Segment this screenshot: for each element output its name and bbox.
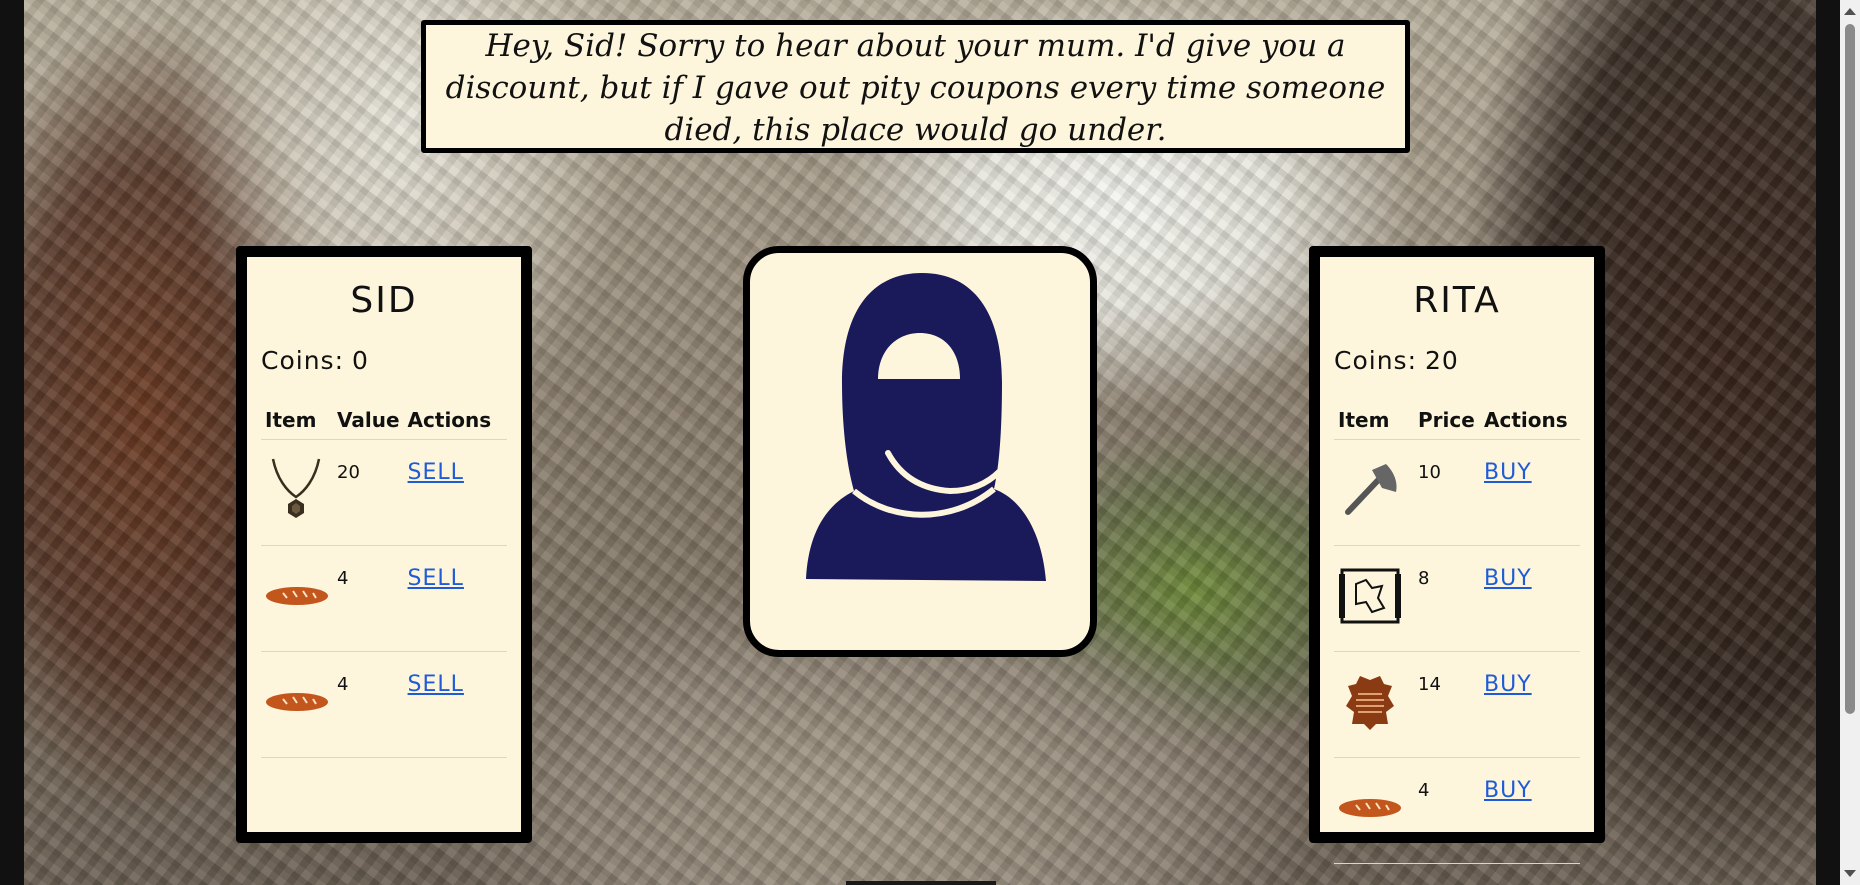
item-value: 4 <box>333 545 404 652</box>
item-price: 14 <box>1414 651 1480 758</box>
table-row: 4 BUY <box>1334 757 1580 864</box>
column-header-actions: Actions <box>1480 401 1580 440</box>
player-items-table: Item Value Actions 20 SELL 4 SELL 4 SELL <box>261 401 507 758</box>
bread-icon <box>261 651 333 758</box>
leather-hide-icon <box>1334 651 1414 758</box>
player-name: SID <box>350 280 418 321</box>
merchant-inventory-panel: RITA Coins: 20 Item Price Actions 10 BUY <box>1309 246 1605 864</box>
table-row: 20 SELL <box>261 439 507 546</box>
merchant-portrait <box>743 246 1097 657</box>
map-icon <box>1334 545 1414 652</box>
item-value: 20 <box>333 439 404 546</box>
column-header-actions: Actions <box>403 401 507 440</box>
amulet-icon <box>261 439 333 546</box>
buy-button[interactable]: BUY <box>1484 778 1532 803</box>
buy-button[interactable]: BUY <box>1484 566 1532 591</box>
merchant-coins: Coins: 20 <box>1334 343 1580 379</box>
table-row: 10 BUY <box>1334 439 1580 546</box>
merchant-name: RITA <box>1413 280 1501 321</box>
column-header-price: Price <box>1414 401 1480 440</box>
buy-button[interactable]: BUY <box>1484 460 1532 485</box>
bottom-edge-bar <box>846 881 996 885</box>
table-row: 14 BUY <box>1334 651 1580 758</box>
column-header-item: Item <box>1334 401 1414 440</box>
table-row: 4 SELL <box>261 651 507 758</box>
item-price: 8 <box>1414 545 1480 652</box>
buy-button[interactable]: BUY <box>1484 672 1532 697</box>
scroll-up-arrow-icon[interactable] <box>1844 8 1856 15</box>
dialogue-box: Hey, Sid! Sorry to hear about your mum. … <box>421 20 1410 153</box>
column-header-value: Value <box>333 401 404 440</box>
dialogue-line-1: Hey, Sid! Sorry to hear about your mum. … <box>485 28 1346 64</box>
dialogue-line-3: died, this place would go under. <box>664 112 1167 148</box>
sell-button[interactable]: SELL <box>408 672 464 697</box>
merchant-items-table: Item Price Actions 10 BUY 8 BUY 14 BUY 4… <box>1334 401 1580 864</box>
bread-icon <box>261 545 333 652</box>
merchant-coins-label: Coins: <box>1334 346 1417 375</box>
dialogue-line-2: discount, but if I gave out pity coupons… <box>445 70 1386 106</box>
scroll-down-arrow-icon[interactable] <box>1844 870 1856 877</box>
bread-icon <box>1334 757 1414 864</box>
sell-button[interactable]: SELL <box>408 460 464 485</box>
hooded-figure-icon <box>806 273 1046 581</box>
item-price: 4 <box>1414 757 1480 864</box>
sell-button[interactable]: SELL <box>408 566 464 591</box>
player-coins-value: 0 <box>352 346 369 375</box>
player-coins-label: Coins: <box>261 346 344 375</box>
item-price: 10 <box>1414 439 1480 546</box>
scrollbar[interactable] <box>1840 0 1860 885</box>
axe-icon <box>1334 439 1414 546</box>
table-row: 8 BUY <box>1334 545 1580 652</box>
column-header-item: Item <box>261 401 333 440</box>
item-value: 4 <box>333 651 404 758</box>
scrollbar-thumb[interactable] <box>1845 24 1855 714</box>
table-row: 4 SELL <box>261 545 507 652</box>
merchant-coins-value: 20 <box>1425 346 1459 375</box>
player-inventory-panel: SID Coins: 0 Item Value Actions 20 SELL <box>236 246 532 843</box>
player-coins: Coins: 0 <box>261 343 507 379</box>
